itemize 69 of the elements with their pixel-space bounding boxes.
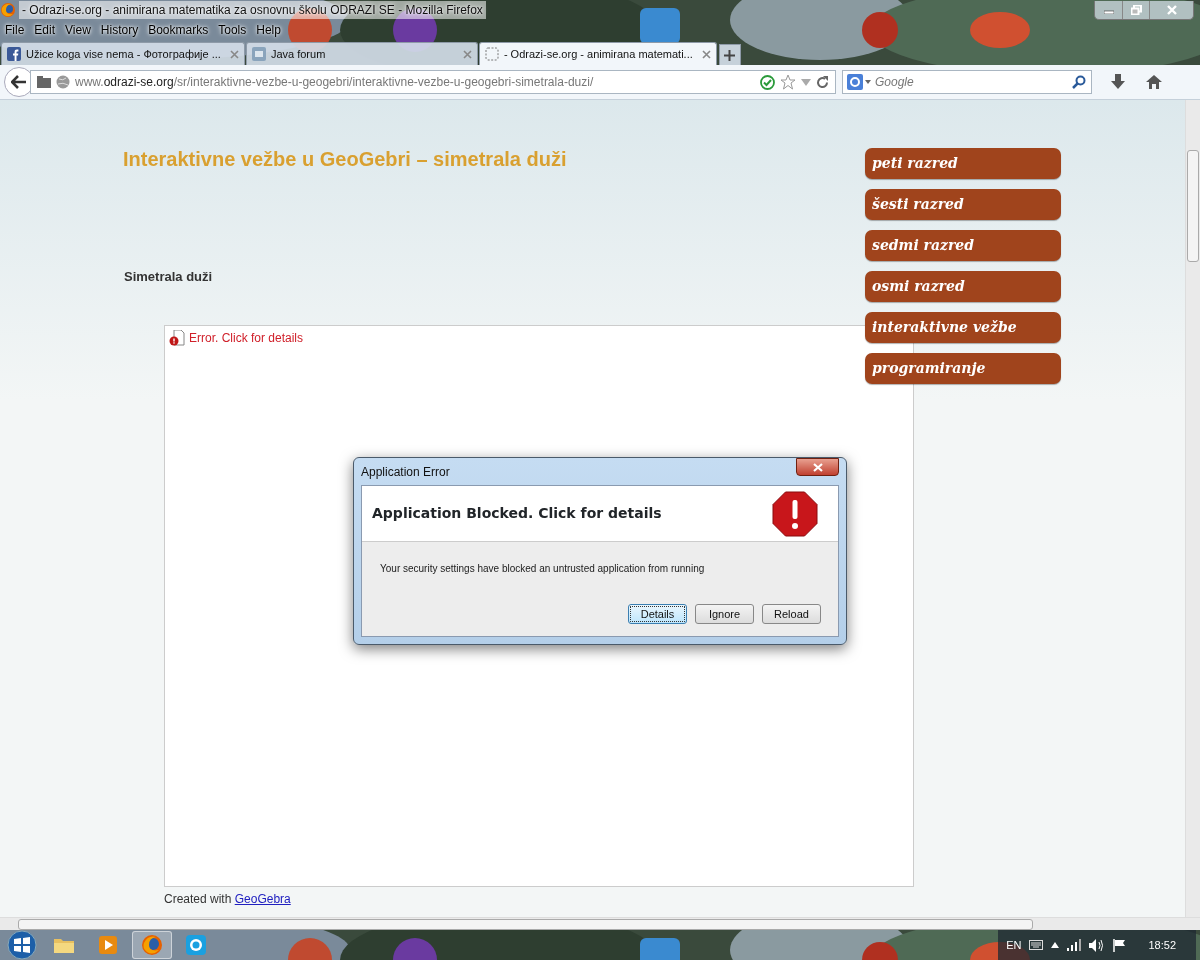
keyboard-icon[interactable] [1029, 940, 1044, 950]
show-hidden-icons-icon[interactable] [1051, 942, 1060, 948]
vertical-scrollbar[interactable] [1185, 100, 1200, 917]
facebook-logo-icon [7, 47, 21, 61]
error-document-icon [169, 330, 185, 346]
close-icon [1166, 4, 1177, 15]
forum-logo-icon [251, 47, 266, 61]
chat-app-icon [185, 934, 207, 956]
globe-icon [56, 75, 70, 89]
signal-icon[interactable] [1067, 939, 1082, 951]
browser-tab[interactable]: Užice koga vise nema - Фотографије ... [1, 42, 245, 65]
taskbar-app[interactable] [132, 931, 172, 959]
blank-page-icon [484, 47, 499, 61]
flag-icon[interactable] [1113, 938, 1127, 952]
menu-item[interactable]: Tools [213, 21, 252, 39]
close-button[interactable] [796, 458, 839, 476]
horizontal-scrollbar[interactable] [0, 917, 1200, 930]
footer-text: Created with GeoGebra [164, 891, 291, 908]
browser-logo-icon [141, 934, 163, 956]
menu-item[interactable]: Bookmarks [143, 21, 214, 39]
stop-sign-icon [772, 490, 818, 537]
dialog-heading: Application Blocked. Click for details [372, 505, 662, 522]
menu-item[interactable]: Help [251, 21, 286, 39]
nav-button[interactable]: interaktivne vežbe [865, 312, 1061, 343]
browser-logo-icon [0, 2, 16, 18]
reload-icon[interactable] [816, 75, 829, 89]
plus-icon [724, 49, 736, 61]
error-link[interactable]: Error. Click for details [169, 329, 304, 347]
close-icon [812, 462, 823, 472]
nav-button[interactable]: osmi razred [865, 271, 1061, 302]
scrollbar-thumb[interactable] [18, 919, 1033, 930]
speaker-icon[interactable] [1089, 938, 1106, 952]
start-orb-icon[interactable] [4, 930, 40, 960]
address-bar[interactable]: www.odrazi-se.org/sr/interaktivne-vezbe-u-geogebri/interaktivne-vezbe-u-geogebri-simetrala-duzi/ [30, 70, 836, 94]
search-engine-logo-icon[interactable] [847, 74, 871, 90]
section-heading: Simetrala duži [124, 269, 213, 285]
dialog-button[interactable]: Reload [762, 604, 821, 624]
browser-tab[interactable]: Java forum [245, 42, 478, 65]
page-title: Interaktivne vežbe u GeoGebri – simetrala duži [123, 147, 567, 171]
media-player-icon [97, 934, 119, 956]
scrollbar-thumb[interactable] [1187, 150, 1199, 262]
browser-tab[interactable]: - Odrazi-se.org - animirana matemati... [478, 42, 717, 65]
back-arrow-icon [11, 75, 27, 89]
clock[interactable]: 18:52 [1148, 936, 1176, 954]
search-icon[interactable] [1072, 75, 1086, 89]
star-icon[interactable] [780, 74, 796, 90]
link[interactable]: GeoGebra [234, 892, 291, 906]
dialog-title: Application Error [361, 463, 450, 481]
search-field[interactable]: Google [842, 70, 1092, 94]
new-tab-button[interactable] [718, 44, 741, 65]
nav-button[interactable]: sedmi razred [865, 230, 1061, 261]
home-icon[interactable] [1146, 74, 1162, 90]
dialog-button[interactable]: Ignore [695, 604, 754, 624]
url-text: www.odrazi-se.org/sr/interaktivne-vezbe-u-geogebri/interaktivne-vezbe-u-geogebri-simetrala-duzi/ [75, 74, 595, 91]
menu-item[interactable]: Edit [29, 21, 61, 39]
menu-item[interactable]: View [60, 21, 96, 39]
nav-button[interactable]: peti razred [865, 148, 1061, 179]
restore-icon [1130, 4, 1142, 15]
dialog-message: Your security settings have blocked an untrusted application from running [380, 562, 706, 576]
dialog-button[interactable]: Details [628, 604, 687, 624]
close-icon[interactable] [701, 49, 711, 59]
language-indicator[interactable]: EN [1006, 936, 1022, 954]
download-icon[interactable] [1110, 74, 1126, 90]
window-title: - Odrazi-se.org - animirana matematika za osnovnu školu ODRAZI SE - Mozilla Firefox [19, 1, 486, 19]
nav-button[interactable]: šesti razred [865, 189, 1061, 220]
menu-item[interactable]: History [95, 21, 144, 39]
nav-button[interactable]: programiranje [865, 353, 1061, 384]
menu-item[interactable]: File [0, 21, 30, 39]
check-circle-icon [760, 74, 775, 90]
